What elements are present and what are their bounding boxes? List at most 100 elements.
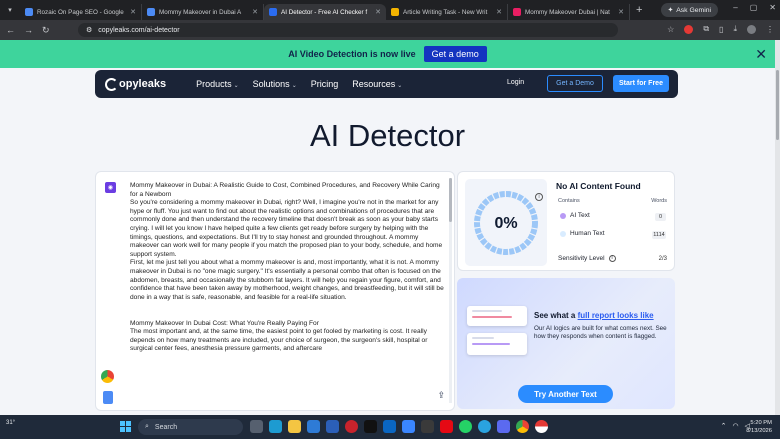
full-report-link[interactable]: full report looks like <box>578 311 654 320</box>
close-tab-icon[interactable]: ✕ <box>130 8 136 16</box>
site-navbar: opyleaks Products ⌄ Solutions ⌄ Pricing Re… <box>95 70 678 98</box>
chevron-down-icon: ⌄ <box>291 83 297 89</box>
text-paragraph: First, let me just tell you about what a… <box>130 259 444 301</box>
tab-ai-detector[interactable]: AI Detector - Free AI Checker f ✕ <box>264 4 386 20</box>
back-icon[interactable]: ← <box>6 25 15 35</box>
site-info-icon[interactable]: ⚙ <box>86 26 92 34</box>
menu-kebab-icon[interactable]: ⋮ <box>766 25 774 34</box>
eye-icon[interactable]: ◉ <box>105 182 116 193</box>
store-icon[interactable] <box>497 420 510 433</box>
whatsapp-icon[interactable] <box>459 420 472 433</box>
pinterest-icon[interactable] <box>345 420 358 433</box>
text-scrollbar[interactable] <box>449 178 452 403</box>
start-windows-icon[interactable] <box>120 421 131 432</box>
clock[interactable]: 5:20 PM 8/13/2026 <box>746 419 772 435</box>
human-words-value: 1114 <box>652 231 666 239</box>
nav-label: Products <box>196 79 232 89</box>
defender-icon[interactable] <box>402 420 415 433</box>
close-tab-icon[interactable]: ✕ <box>618 8 624 16</box>
try-another-text-button[interactable]: Try Another Text <box>518 385 613 403</box>
reload-icon[interactable]: ↻ <box>42 25 50 36</box>
extension-icon[interactable] <box>684 24 694 34</box>
info-icon[interactable]: i <box>535 193 543 201</box>
promo-close-icon[interactable]: ✕ <box>755 46 767 63</box>
text-input-card[interactable]: ◉ Mommy Makeover in Dubai: A Realistic G… <box>95 171 455 411</box>
login-link[interactable]: Login <box>507 79 524 86</box>
maximize-icon[interactable]: ▢ <box>750 3 758 12</box>
nav-solutions[interactable]: Solutions ⌄ <box>253 79 297 89</box>
text-scrollbar-thumb[interactable] <box>449 178 452 222</box>
nav-resources[interactable]: Resources ⌄ <box>352 79 402 89</box>
tab-mommy-makeover-dubai[interactable]: Mommy Makeover Dubai | Nat ✕ <box>508 4 630 20</box>
close-window-icon[interactable]: ✕ <box>769 3 776 12</box>
report-description: Our AI logics are built for what comes n… <box>534 325 667 341</box>
upload-icon[interactable]: ⇪ <box>437 390 445 401</box>
ask-gemini-button[interactable]: ✦ Ask Gemini <box>660 3 718 17</box>
full-report-promo: See what a full report looks like Our AI… <box>457 278 675 409</box>
tray-chevron-icon[interactable]: ⌃ <box>721 422 727 430</box>
chrome-icon[interactable] <box>516 420 529 433</box>
browser-tab-strip: ▾ Rozaic On Page SEO - Google D ✕ Mommy … <box>0 0 780 20</box>
nav-pricing[interactable]: Pricing <box>311 79 339 89</box>
close-tab-icon[interactable]: ✕ <box>375 8 381 16</box>
copyleaks-logo[interactable]: opyleaks <box>105 77 166 91</box>
taskbar-search[interactable]: ⌕ Search <box>138 419 243 435</box>
tiktok-icon[interactable] <box>364 420 377 433</box>
photos-icon[interactable] <box>307 420 320 433</box>
taskbar-apps <box>250 420 548 433</box>
linkedin-icon[interactable] <box>383 420 396 433</box>
chrome-icon[interactable] <box>101 370 114 383</box>
close-tab-icon[interactable]: ✕ <box>496 8 502 16</box>
minimize-icon[interactable]: – <box>733 3 737 12</box>
tasks-favicon-icon <box>391 8 399 16</box>
nav-label: Resources <box>352 79 396 89</box>
see-prefix: See what a <box>534 311 576 320</box>
words-header: Words <box>651 198 667 204</box>
docs-icon[interactable] <box>103 391 113 404</box>
tab-mommy-makeover[interactable]: Mommy Makeover in Dubai A ✕ <box>142 4 264 20</box>
tab-article-writing[interactable]: Article Writing Task - New Writ ✕ <box>386 4 508 20</box>
wifi-icon[interactable]: ◠ <box>733 422 739 430</box>
netflix-icon[interactable] <box>440 420 453 433</box>
url-field[interactable]: ⚙ copyleaks.com/ai-detector <box>78 23 618 37</box>
edge-icon[interactable] <box>269 420 282 433</box>
word-icon[interactable] <box>326 420 339 433</box>
ai-text-row: AI Text <box>560 212 590 219</box>
page-scrollbar-thumb[interactable] <box>776 70 779 140</box>
tab-title: Rozaic On Page SEO - Google D <box>37 8 127 16</box>
start-free-button[interactable]: Start for Free <box>613 75 669 92</box>
report-preview-image <box>467 306 527 326</box>
info-icon[interactable]: i <box>608 255 616 262</box>
new-tab-button[interactable]: + <box>636 4 642 16</box>
forward-icon[interactable]: → <box>24 25 33 35</box>
chevron-down-icon: ⌄ <box>397 83 403 89</box>
download-icon[interactable]: ⤓ <box>733 24 737 34</box>
page-scrollbar[interactable] <box>775 40 780 415</box>
address-bar-row: ← → ↻ ⚙ copyleaks.com/ai-detector ☆ ⧉ ▯ … <box>0 20 780 40</box>
weather-widget[interactable]: 31° <box>6 420 15 426</box>
xbox-icon[interactable] <box>421 420 434 433</box>
tab-rozaic[interactable]: Rozaic On Page SEO - Google D ✕ <box>20 4 142 20</box>
telegram-icon[interactable] <box>478 420 491 433</box>
ai-percentage: 0% <box>494 215 518 232</box>
task-view-icon[interactable] <box>250 420 263 433</box>
pokeball-icon[interactable] <box>535 420 548 433</box>
result-heading: No AI Content Found <box>556 181 641 191</box>
docs-favicon-icon <box>25 8 33 16</box>
file-explorer-icon[interactable] <box>288 420 301 433</box>
promo-demo-button[interactable]: Get a demo <box>423 46 487 62</box>
tab-title: Article Writing Task - New Writ <box>403 8 488 16</box>
sensitivity-value[interactable]: 2/3 <box>659 256 667 262</box>
text-input-area[interactable]: Mommy Makeover in Dubai: A Realistic Gui… <box>130 182 448 354</box>
close-tab-icon[interactable]: ✕ <box>252 8 258 16</box>
profile-avatar-icon[interactable] <box>747 24 756 34</box>
bookmark-star-icon[interactable]: ☆ <box>667 25 674 34</box>
nav-products[interactable]: Products ⌄ <box>196 79 239 89</box>
extensions-puzzle-icon[interactable]: ⧉ <box>703 24 709 34</box>
tab-search-icon[interactable]: ▾ <box>0 0 20 20</box>
sensitivity-level: Sensitivity Level i <box>558 255 616 262</box>
logo-c-icon <box>105 77 118 91</box>
sidepanel-icon[interactable]: ▯ <box>719 25 723 34</box>
nav-links: Products ⌄ Solutions ⌄ Pricing Resources ⌄ <box>196 79 402 89</box>
get-demo-button[interactable]: Get a Demo <box>547 75 603 92</box>
